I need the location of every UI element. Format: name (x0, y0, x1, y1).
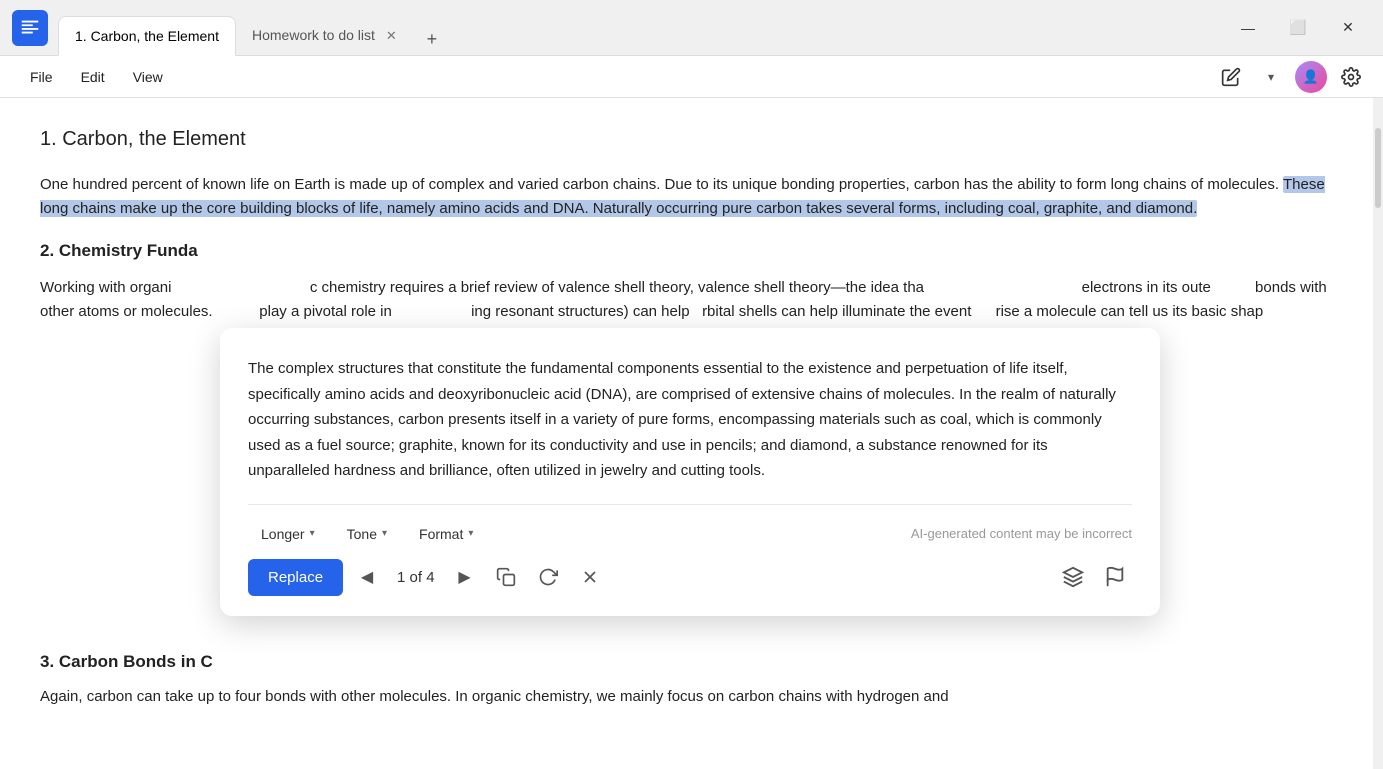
tab-inactive-homework[interactable]: Homework to do list ✕ (236, 15, 416, 55)
paragraph-2: Working with organic chemistry requires … (40, 276, 1343, 324)
tab-active-label: 1. Carbon, the Element (75, 28, 219, 44)
minimize-button[interactable]: — (1225, 12, 1271, 44)
longer-dropdown[interactable]: Longer ▾ (248, 519, 328, 549)
tab-active-carbon[interactable]: 1. Carbon, the Element (58, 16, 236, 56)
scrollbar-thumb[interactable] (1375, 128, 1381, 208)
ai-popup: The complex structures that constitute t… (220, 328, 1160, 616)
nav-prev-button[interactable]: ◀ (351, 561, 383, 593)
app-icon (12, 10, 48, 46)
ai-popup-content: The complex structures that constitute t… (248, 356, 1132, 484)
longer-chevron-icon: ▾ (310, 528, 315, 539)
tone-dropdown[interactable]: Tone ▾ (334, 519, 400, 549)
user-avatar[interactable]: 👤 (1295, 61, 1327, 93)
format-label: Format (419, 526, 463, 542)
tab-close-icon[interactable]: ✕ (383, 27, 400, 44)
menu-bar-right: ▾ 👤 (1215, 61, 1367, 93)
format-dropdown[interactable]: Format ▾ (406, 519, 486, 549)
window-controls: — ⬜ ✕ (1225, 12, 1371, 44)
ai-popup-actions: Replace ◀ 1 of 4 ▶ (248, 549, 1132, 596)
close-button[interactable]: ✕ (1325, 12, 1371, 44)
ai-disclaimer: AI-generated content may be incorrect (911, 526, 1132, 541)
para1-before: One hundred percent of known life on Ear… (40, 176, 1279, 193)
tab-add-button[interactable]: + (416, 23, 448, 55)
document-body: One hundred percent of known life on Ear… (40, 173, 1343, 324)
nav-next-button[interactable]: ▶ (449, 561, 481, 593)
format-chevron-icon: ▾ (468, 528, 473, 539)
menu-view[interactable]: View (119, 63, 177, 91)
section3-title: 3. Carbon Bonds in C (40, 648, 1371, 675)
document-title: 1. Carbon, the Element (40, 128, 1343, 151)
chevron-down-icon[interactable]: ▾ (1255, 61, 1287, 93)
pen-icon[interactable] (1215, 61, 1247, 93)
menu-bar: File Edit View ▾ 👤 (0, 56, 1383, 98)
scrollbar[interactable] (1373, 98, 1383, 769)
longer-label: Longer (261, 526, 305, 542)
right-action-buttons (1056, 560, 1132, 594)
maximize-button[interactable]: ⬜ (1275, 12, 1321, 44)
flag-icon[interactable] (1098, 560, 1132, 594)
replace-button[interactable]: Replace (248, 559, 343, 596)
section2-title: 2. Chemistry Fundamentals (40, 237, 1343, 264)
paragraph-1: One hundred percent of known life on Ear… (40, 173, 1343, 221)
document-area: 1. Carbon, the Element One hundred perce… (0, 98, 1383, 769)
tabs-area: 1. Carbon, the Element Homework to do li… (58, 0, 1225, 55)
dismiss-icon[interactable] (573, 560, 607, 594)
title-bar: 1. Carbon, the Element Homework to do li… (0, 0, 1383, 56)
settings-icon[interactable] (1335, 61, 1367, 93)
layers-icon[interactable] (1056, 560, 1090, 594)
paragraph-3: Again, carbon can take up to four bonds … (40, 685, 1371, 709)
ai-popup-toolbar: Longer ▾ Tone ▾ Format ▾ AI-generated co… (248, 504, 1132, 549)
tone-label: Tone (347, 526, 377, 542)
page-indicator: 1 of 4 (391, 569, 441, 586)
tone-chevron-icon: ▾ (382, 528, 387, 539)
refresh-icon[interactable] (531, 560, 565, 594)
menu-file[interactable]: File (16, 63, 67, 91)
copy-icon[interactable] (489, 560, 523, 594)
menu-edit[interactable]: Edit (67, 63, 119, 91)
section3-area: 3. Carbon Bonds in C Again, carbon can t… (40, 648, 1371, 709)
tab-inactive-label: Homework to do list (252, 27, 375, 43)
